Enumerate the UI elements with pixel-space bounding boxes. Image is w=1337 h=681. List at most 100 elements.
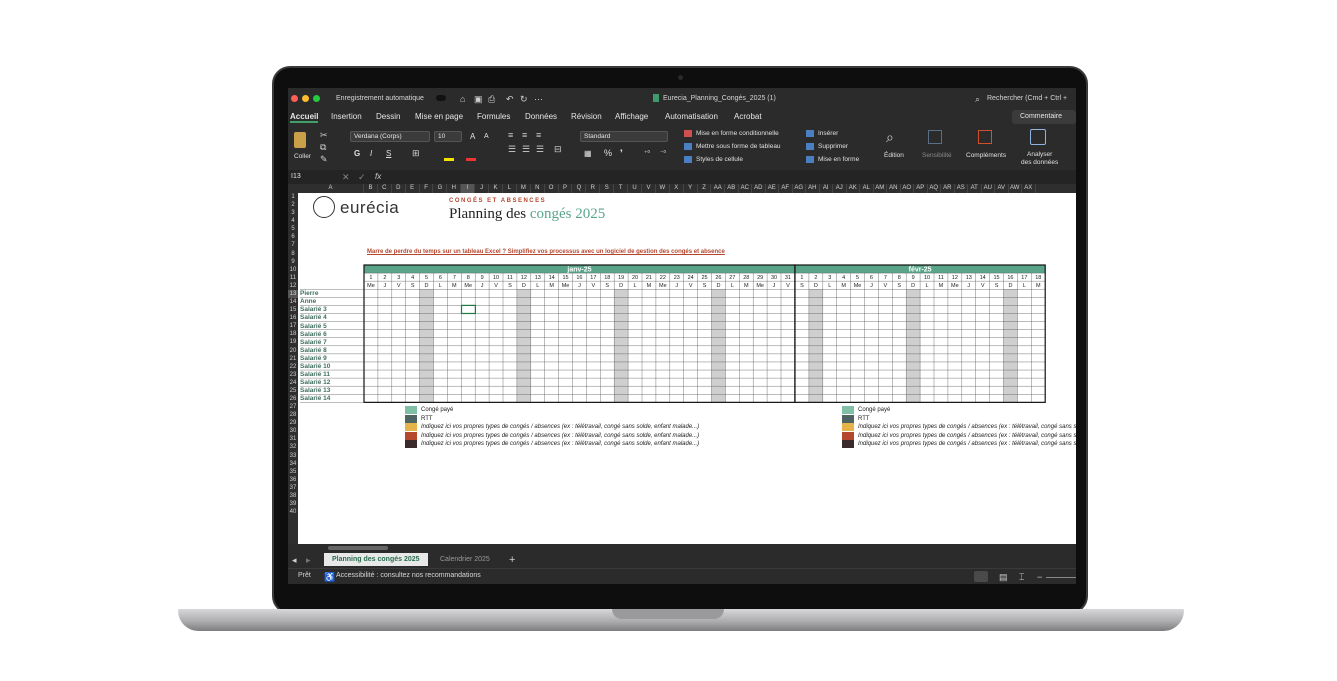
fill-color-icon[interactable] [444,158,454,161]
cell-styles-button[interactable]: Styles de cellule [696,156,743,163]
home-icon[interactable]: ⌂ [460,94,465,104]
italic-button[interactable]: I [370,149,372,158]
search-box[interactable]: Rechercher (Cmd + Ctrl + [987,95,1067,102]
employee-name[interactable]: Salarié 11 [300,371,330,379]
addins-icon[interactable] [978,130,992,144]
align-center-icon[interactable]: ☰ [522,144,530,154]
redo-icon[interactable]: ↻ [520,94,528,104]
number-format-select[interactable]: Standard [580,131,668,142]
employee-name[interactable]: Salarié 4 [300,314,327,322]
employee-name[interactable]: Salarié 9 [300,355,327,363]
align-bottom-icon[interactable]: ≡ [536,130,541,140]
scroll-thumb[interactable] [328,546,388,550]
minimize-window-button[interactable] [302,95,309,102]
employee-name[interactable]: Salarié 13 [300,387,330,395]
currency-icon[interactable]: ▦ [584,149,592,158]
more-icon[interactable]: ⋯ [534,94,543,104]
next-sheet-icon[interactable]: ▸ [306,555,311,565]
employee-name[interactable]: Salarié 10 [300,363,330,371]
decrease-decimal-icon[interactable]: ⁻⁰ [660,149,666,157]
analyze-data-label-2[interactable]: des données [1021,159,1058,166]
employee-name[interactable]: Salarié 6 [300,331,327,339]
cut-icon[interactable]: ✂ [320,130,328,140]
paste-label[interactable]: Coller [294,153,311,160]
employee-name[interactable]: Salarié 7 [300,339,327,347]
prev-sheet-icon[interactable]: ◂ [292,555,297,565]
horizontal-scrollbar[interactable] [288,544,1076,552]
zoom-slider[interactable] [1046,577,1076,578]
analyze-data-label-1[interactable]: Analyser [1027,151,1052,158]
sheet-tab-planning[interactable]: Planning des congés 2025 [324,553,428,566]
accessibility-icon[interactable]: ♿ [324,572,335,582]
percent-icon[interactable]: % [604,148,612,158]
thousands-icon[interactable]: ❜ [620,148,623,159]
grow-font-icon[interactable]: A [470,132,475,141]
normal-view-icon[interactable] [974,571,988,582]
employee-name[interactable]: Salarié 5 [300,323,327,331]
format-painter-icon[interactable]: ✎ [320,154,328,164]
font-name-select[interactable]: Verdana (Corps) [350,131,430,142]
sensitivity-button[interactable]: Sensibilité [922,152,952,159]
sheet-tab-calendar[interactable]: Calendrier 2025 [432,553,498,566]
undo-icon[interactable]: ↶ [506,94,514,104]
tab-2[interactable]: Insertion [331,112,362,121]
align-right-icon[interactable]: ☰ [536,144,544,154]
planning-grid[interactable]: janv-251Me2J3V4S5D6L7M8Me9J10V11S12D13L1… [288,184,1076,544]
underline-button[interactable]: S [386,149,391,158]
employee-name[interactable]: Pierre [300,290,318,298]
insert-button[interactable]: Insérer [818,130,838,137]
align-left-icon[interactable]: ☰ [508,144,516,154]
delete-button[interactable]: Supprimer [818,143,848,150]
comments-button[interactable]: Commentaire [1012,110,1076,124]
increase-decimal-icon[interactable]: ⁺⁰ [644,149,650,157]
function-icon[interactable]: fx [375,172,381,181]
employee-name[interactable]: Salarié 8 [300,347,327,355]
add-sheet-icon[interactable]: + [509,555,515,566]
conditional-format-button[interactable]: Mise en forme conditionnelle [696,130,779,137]
editing-button[interactable]: Édition [884,152,904,159]
employee-name[interactable]: Salarié 3 [300,306,327,314]
tab-9[interactable]: Automatisation [665,112,718,121]
zoom-window-button[interactable] [313,95,320,102]
name-box[interactable]: I13 [291,173,301,180]
format-button[interactable]: Mise en forme [818,156,859,163]
print-icon[interactable]: ⎙ [488,94,495,104]
format-table-button[interactable]: Mettre sous forme de tableau [696,143,781,150]
zoom-out-icon[interactable]: − [1037,572,1042,582]
day-number: 25 [701,275,707,281]
worksheet[interactable]: A B C D E F G H I J K L M N O P Q R S T U V W X Y Z AA AB AC AD AE AF AG… [288,184,1076,544]
copy-icon[interactable]: ⧉ [320,142,326,152]
employee-name[interactable]: Anne [300,298,316,306]
sensitivity-icon[interactable] [928,130,942,144]
font-color-icon[interactable] [466,158,476,161]
tab-6[interactable]: Données [525,112,557,121]
accessibility-status[interactable]: Accessibilité : consultez nos recommanda… [336,572,481,579]
save-icon[interactable]: ▣ [474,94,483,104]
tab-5[interactable]: Formules [477,112,510,121]
page-layout-icon[interactable]: ▤ [999,572,1008,582]
tab-3[interactable]: Dessin [376,112,400,121]
close-window-button[interactable] [291,95,298,102]
tab-8[interactable]: Affichage [615,112,648,121]
bold-button[interactable]: G [354,149,360,158]
autosave-toggle[interactable] [436,95,446,101]
page-break-icon[interactable]: ⌶ [1019,572,1024,582]
tab-4[interactable]: Mise en page [415,112,463,121]
paste-icon[interactable] [294,132,306,148]
find-icon[interactable]: ⌕ [886,130,894,144]
tab-10[interactable]: Acrobat [734,112,762,121]
merge-cells-icon[interactable]: ⊟ [554,144,562,154]
employee-name[interactable]: Salarié 12 [300,379,330,387]
align-top-icon[interactable]: ≡ [508,130,513,140]
align-middle-icon[interactable]: ≡ [522,130,527,140]
shrink-font-icon[interactable]: A [484,133,489,140]
addins-button[interactable]: Compléments [966,152,1006,159]
tab-1[interactable]: Accueil [290,112,319,123]
tab-7[interactable]: Révision [571,112,602,121]
borders-icon[interactable]: ⊞ [412,148,420,158]
employee-name[interactable]: Salarié 14 [300,395,330,403]
file-name[interactable]: Eurecia_Planning_Congés_2025 (1) [663,95,776,102]
formula-input[interactable] [388,172,1068,182]
font-size-select[interactable]: 10 [434,131,462,142]
analyze-data-icon[interactable] [1030,129,1046,145]
